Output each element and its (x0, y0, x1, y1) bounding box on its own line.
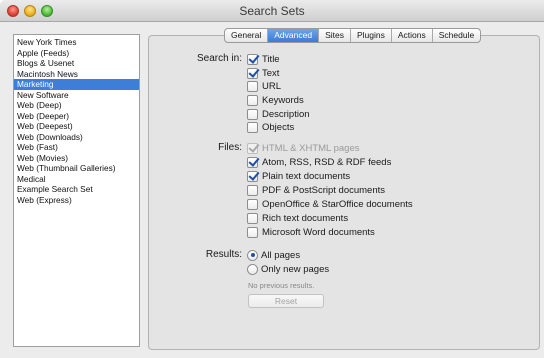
search-sets-window: Search Sets New York Times Apple (Feeds)… (0, 0, 544, 358)
search-in-objects-option[interactable]: Objects (247, 121, 294, 133)
rich-text-label: Rich text documents (262, 212, 349, 224)
text-label: Text (262, 67, 280, 79)
search-in-label: Search in: (196, 53, 242, 64)
all-pages-radio[interactable] (247, 249, 258, 261)
rich-text-checkbox[interactable] (247, 212, 258, 224)
openoffice-label: OpenOffice & StarOffice documents (262, 198, 413, 210)
title-label: Title (262, 53, 280, 65)
results-only-new-option[interactable]: Only new pages (247, 263, 329, 275)
sidebar-item-new-software[interactable]: New Software (14, 90, 139, 101)
files-word-option[interactable]: Microsoft Word documents (247, 226, 375, 238)
search-in-text-option[interactable]: Text (247, 67, 279, 79)
word-label: Microsoft Word documents (262, 226, 375, 238)
tab-schedule[interactable]: Schedule (433, 29, 480, 42)
sidebar-item-macintosh-news[interactable]: Macintosh News (14, 69, 139, 80)
word-checkbox[interactable] (247, 226, 258, 238)
tab-general[interactable]: General (225, 29, 269, 42)
results-all-pages-option[interactable]: All pages (247, 249, 300, 261)
sidebar-item-medical[interactable]: Medical (14, 174, 139, 185)
objects-checkbox[interactable] (247, 121, 258, 133)
sidebar-item-web-fast[interactable]: Web (Fast) (14, 142, 139, 153)
html-label: HTML & XHTML pages (262, 142, 360, 154)
sidebar-item-web-deep[interactable]: Web (Deep) (14, 100, 139, 111)
search-sets-list[interactable]: New York Times Apple (Feeds) Blogs & Use… (13, 34, 140, 347)
plain-text-label: Plain text documents (262, 170, 351, 182)
sidebar-item-web-downloads[interactable]: Web (Downloads) (14, 132, 139, 143)
all-pages-label: All pages (261, 249, 301, 261)
sidebar-item-web-movies[interactable]: Web (Movies) (14, 153, 139, 164)
keywords-checkbox[interactable] (247, 94, 258, 106)
openoffice-checkbox[interactable] (247, 198, 258, 210)
text-checkbox[interactable] (247, 67, 258, 79)
url-checkbox[interactable] (247, 80, 258, 92)
sidebar-item-example-search-set[interactable]: Example Search Set (14, 184, 139, 195)
pdf-checkbox[interactable] (247, 184, 258, 196)
title-checkbox[interactable] (247, 53, 258, 65)
feeds-label: Atom, RSS, RSD & RDF feeds (262, 156, 392, 168)
search-in-description-option[interactable]: Description (247, 108, 310, 120)
feeds-checkbox[interactable] (247, 156, 258, 168)
plain-text-checkbox[interactable] (247, 170, 258, 182)
sidebar-item-web-thumbnail-galleries[interactable]: Web (Thumbnail Galleries) (14, 163, 139, 174)
results-label: Results: (205, 249, 242, 260)
files-plain-text-option[interactable]: Plain text documents (247, 170, 350, 182)
files-pdf-option[interactable]: PDF & PostScript documents (247, 184, 385, 196)
files-openoffice-option[interactable]: OpenOffice & StarOffice documents (247, 198, 413, 210)
pdf-label: PDF & PostScript documents (262, 184, 386, 196)
objects-label: Objects (262, 121, 295, 133)
only-new-pages-label: Only new pages (261, 263, 330, 275)
files-html-option: HTML & XHTML pages (247, 142, 360, 154)
description-checkbox[interactable] (247, 108, 258, 120)
sidebar-item-web-deepest[interactable]: Web (Deepest) (14, 121, 139, 132)
sidebar-item-marketing[interactable]: Marketing (14, 79, 139, 90)
url-label: URL (262, 80, 282, 92)
sidebar-item-web-express[interactable]: Web (Express) (14, 195, 139, 206)
reset-button: Reset (248, 294, 324, 308)
files-label: Files: (218, 142, 242, 153)
tab-plugins[interactable]: Plugins (351, 29, 392, 42)
results-note: No previous results. (248, 281, 315, 290)
sidebar-item-new-york-times[interactable]: New York Times (14, 37, 139, 48)
sidebar-item-web-deeper[interactable]: Web (Deeper) (14, 111, 139, 122)
sidebar-item-apple-feeds[interactable]: Apple (Feeds) (14, 48, 139, 59)
search-in-keywords-option[interactable]: Keywords (247, 94, 304, 106)
tab-actions[interactable]: Actions (392, 29, 433, 42)
tab-advanced[interactable]: Advanced (268, 29, 320, 42)
sidebar-item-blogs-usenet[interactable]: Blogs & Usenet (14, 58, 139, 69)
keywords-label: Keywords (262, 94, 304, 106)
tab-bar: General Advanced Sites Plugins Actions S… (224, 28, 482, 43)
window-title: Search Sets (239, 4, 305, 18)
files-feeds-option[interactable]: Atom, RSS, RSD & RDF feeds (247, 156, 391, 168)
html-checkbox (247, 142, 258, 154)
search-in-title-option[interactable]: Title (247, 53, 280, 65)
search-in-url-option[interactable]: URL (247, 80, 281, 92)
files-rich-text-option[interactable]: Rich text documents (247, 212, 348, 224)
only-new-pages-radio[interactable] (247, 263, 258, 275)
tab-sites[interactable]: Sites (319, 29, 351, 42)
title-bar[interactable]: Search Sets (0, 0, 544, 22)
description-label: Description (262, 108, 310, 120)
